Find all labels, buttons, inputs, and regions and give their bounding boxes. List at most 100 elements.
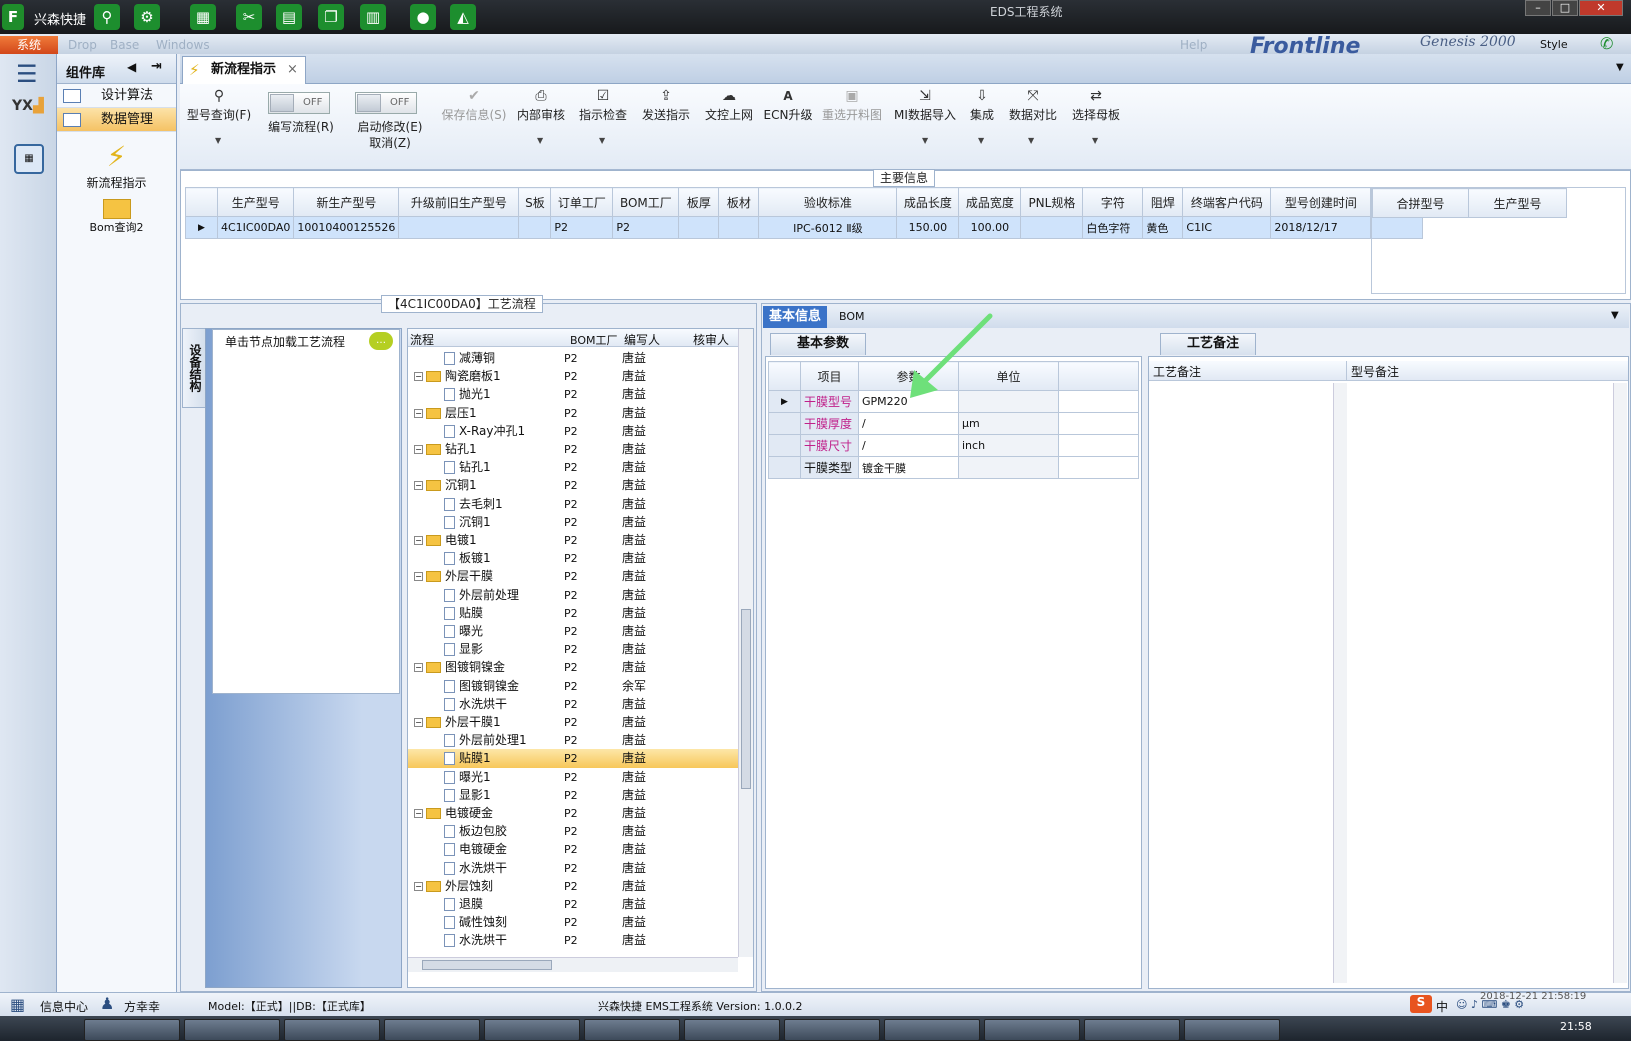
- chevron-down-icon[interactable]: ▼: [978, 136, 984, 145]
- ime-mode[interactable]: 中: [1436, 998, 1448, 1015]
- param-value[interactable]: /: [858, 434, 959, 457]
- collapse-left-icon[interactable]: ◀: [127, 60, 136, 74]
- model-query-button[interactable]: ⚲ 型号查询(F): [184, 86, 254, 123]
- tree-row[interactable]: 水洗烘干 P2 唐益: [408, 931, 738, 950]
- taskbar-app[interactable]: [484, 1019, 580, 1041]
- integrate-button[interactable]: ⇩ 集成: [962, 86, 1002, 123]
- table-row[interactable]: 干膜尺寸 / inch: [768, 434, 1139, 457]
- grid-icon[interactable]: ▦: [10, 995, 25, 1014]
- chevron-down-icon[interactable]: ▼: [1092, 136, 1098, 145]
- system-menu-button[interactable]: 系统: [0, 36, 58, 54]
- tree-row[interactable]: − 图镀铜镍金 P2 唐益: [408, 658, 738, 677]
- collapse-icon[interactable]: −: [414, 718, 423, 727]
- maximize-button[interactable]: □: [1552, 0, 1578, 16]
- tree-row[interactable]: 外层前处理 P2 唐益: [408, 586, 738, 605]
- table-cell[interactable]: 2018/12/17: [1270, 216, 1372, 239]
- menu-drop[interactable]: Drop: [68, 38, 97, 52]
- tree-row[interactable]: 碱性蚀刻 P2 唐益: [408, 913, 738, 932]
- chevron-down-icon[interactable]: ▼: [1611, 310, 1619, 321]
- column-header[interactable]: 板厚: [678, 187, 720, 217]
- table-icon[interactable]: ▥: [360, 4, 386, 30]
- table-row[interactable]: 干膜类型 镀金干膜: [768, 456, 1139, 479]
- model-notes-textarea[interactable]: [1349, 383, 1611, 983]
- minimize-button[interactable]: –: [1525, 0, 1551, 16]
- column-header[interactable]: S板: [518, 187, 552, 217]
- horizontal-scrollbar[interactable]: [408, 957, 738, 972]
- sidebar-item-bom-query[interactable]: Bom查询2: [57, 199, 176, 235]
- column-header[interactable]: 项目: [800, 361, 859, 391]
- tree-row[interactable]: 曝光 P2 唐益: [408, 622, 738, 641]
- taskbar-app[interactable]: [584, 1019, 680, 1041]
- table-cell[interactable]: [718, 216, 760, 239]
- info-center-label[interactable]: 信息中心: [40, 998, 88, 1015]
- scissors-icon[interactable]: ✂: [236, 4, 262, 30]
- instruction-check-button[interactable]: ☑ 指示检查: [572, 86, 634, 123]
- tab-new-flow[interactable]: ⚡ 新流程指示 ×: [182, 56, 306, 84]
- column-header[interactable]: 新生产型号: [293, 187, 400, 217]
- param-value[interactable]: /: [858, 412, 959, 435]
- taskbar-app[interactable]: [384, 1019, 480, 1041]
- table-cell[interactable]: 150.00: [896, 216, 960, 239]
- reselect-cutting-button[interactable]: ▣ 重选开料图: [818, 86, 886, 123]
- column-header[interactable]: 字符: [1082, 187, 1144, 217]
- tree-row[interactable]: − 层压1 P2 唐益: [408, 404, 738, 423]
- collapse-icon[interactable]: −: [414, 536, 423, 545]
- table-cell[interactable]: P2: [612, 216, 680, 239]
- column-header[interactable]: 终端客户代码: [1182, 187, 1272, 217]
- column-header[interactable]: 阻焊: [1142, 187, 1184, 217]
- sidebar-item-data-management[interactable]: 数据管理: [57, 108, 176, 132]
- tab-close-icon[interactable]: ×: [287, 57, 298, 83]
- chevron-down-icon[interactable]: ▼: [537, 136, 543, 145]
- tree-row[interactable]: − 外层蚀刻 P2 唐益: [408, 877, 738, 896]
- vertical-scrollbar[interactable]: [1613, 383, 1627, 983]
- tree-row[interactable]: 减薄铜 P2 唐益: [408, 349, 738, 368]
- tree-row[interactable]: 图镀铜镍金 P2 余军: [408, 677, 738, 696]
- table-cell[interactable]: [398, 216, 520, 239]
- collapse-icon[interactable]: −: [414, 481, 423, 491]
- table-row[interactable]: 干膜厚度 / μm: [768, 412, 1139, 435]
- tree-row[interactable]: 显影 P2 唐益: [408, 640, 738, 659]
- tree-row[interactable]: X-Ray冲孔1 P2 唐益: [408, 422, 738, 441]
- tree-row[interactable]: − 陶瓷磨板1 P2 唐益: [408, 367, 738, 386]
- collapse-icon[interactable]: −: [414, 572, 423, 582]
- taskbar-app[interactable]: [84, 1019, 180, 1041]
- table-cell[interactable]: [678, 216, 720, 239]
- column-header[interactable]: 板材: [718, 187, 760, 217]
- ecn-upgrade-button[interactable]: A ECN升级: [760, 86, 816, 123]
- sidebar-item-new-flow[interactable]: ⚡ 新流程指示: [57, 140, 176, 191]
- tab-bom[interactable]: BOM: [839, 310, 865, 323]
- internal-review-button[interactable]: ⎙ 内部审核: [510, 86, 572, 123]
- tab-basic-params[interactable]: 基本参数: [770, 333, 867, 355]
- column-header[interactable]: 型号创建时间: [1270, 187, 1372, 217]
- yx-factory-icon[interactable]: YX▟: [12, 98, 46, 128]
- sidebar-item-design-algorithm[interactable]: 设计算法: [57, 84, 176, 108]
- data-compare-button[interactable]: ⤧ 数据对比: [1002, 86, 1064, 123]
- hamburger-icon[interactable]: ☰: [16, 60, 38, 88]
- column-header[interactable]: 流程: [410, 331, 434, 348]
- help-menu[interactable]: Help: [1180, 38, 1207, 52]
- grid-icon[interactable]: ▦: [190, 4, 216, 30]
- process-notes-textarea[interactable]: [1151, 383, 1341, 983]
- taskbar-app[interactable]: [884, 1019, 980, 1041]
- sogou-ime-icon[interactable]: S: [1410, 995, 1432, 1013]
- taskbar-app[interactable]: [1084, 1019, 1180, 1041]
- column-header[interactable]: 订单工厂: [550, 187, 614, 217]
- column-header[interactable]: 生产型号: [1468, 188, 1567, 218]
- taskbar-app[interactable]: [1184, 1019, 1280, 1041]
- taskbar-app[interactable]: [984, 1019, 1080, 1041]
- tree-row[interactable]: 贴膜 P2 唐益: [408, 604, 738, 623]
- tree-row[interactable]: − 外层干膜 P2 唐益: [408, 567, 738, 586]
- taskbar-app[interactable]: [684, 1019, 780, 1041]
- mi-import-button[interactable]: ⇲ MI数据导入: [888, 86, 962, 123]
- tree-row[interactable]: 板边包胶 P2 唐益: [408, 822, 738, 841]
- user-icon[interactable]: ●: [410, 4, 436, 30]
- chevron-down-icon[interactable]: ▼: [1028, 136, 1034, 145]
- table-cell[interactable]: 10010400125526: [293, 216, 400, 239]
- send-instruction-button[interactable]: ⇪ 发送指示: [635, 86, 697, 123]
- tab-basic-info[interactable]: 基本信息: [763, 306, 827, 328]
- tree-row[interactable]: 外层前处理1 P2 唐益: [408, 731, 738, 750]
- column-header[interactable]: 核审人: [693, 331, 729, 348]
- copy-icon[interactable]: ❐: [318, 4, 344, 30]
- column-header[interactable]: 编写人: [624, 331, 660, 348]
- style-menu[interactable]: Style: [1540, 38, 1568, 51]
